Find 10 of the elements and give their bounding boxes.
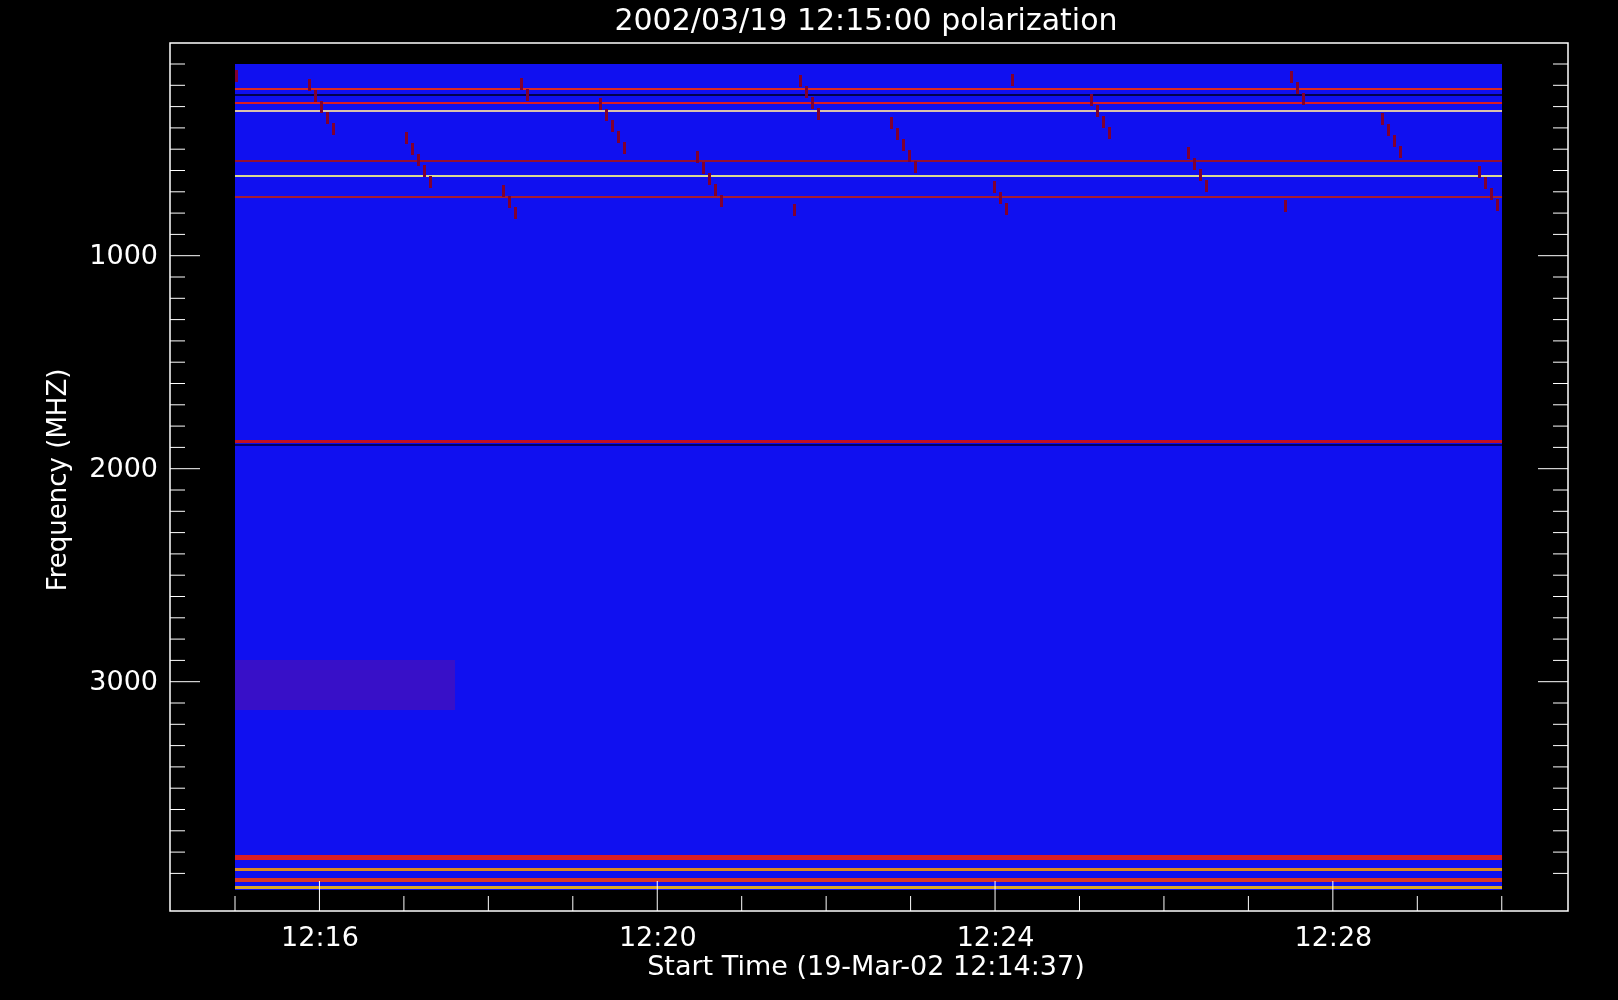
y-axis-label: Frequency (MHZ) [42,368,72,592]
x-tick-label: 12:24 [956,921,1035,952]
x-tick-label: 12:16 [281,921,359,952]
x-tick-label: 12:20 [618,921,697,952]
x-axis-label: Start Time (19-Mar-02 12:14:37) [647,950,1085,981]
y-tick-label: 3000 [89,665,158,696]
y-tick-label: 2000 [89,452,158,483]
y-tick-label: 1000 [89,239,158,270]
plot-title: 2002/03/19 12:15:00 polarization [614,2,1118,37]
x-tick-label: 12:28 [1294,921,1373,952]
